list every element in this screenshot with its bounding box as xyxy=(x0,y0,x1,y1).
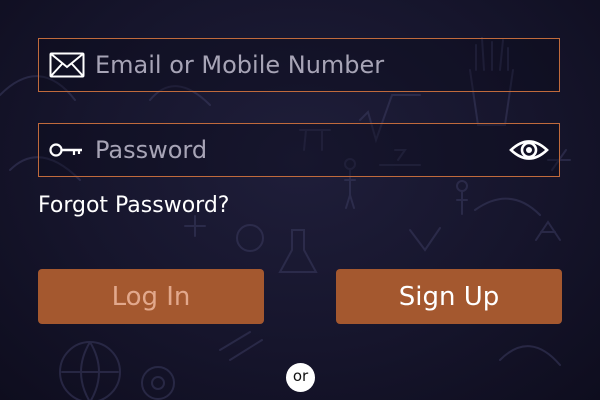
eye-icon[interactable] xyxy=(509,137,549,163)
login-button[interactable]: Log In xyxy=(38,269,264,324)
password-field[interactable] xyxy=(38,123,560,177)
password-input[interactable] xyxy=(95,124,495,176)
email-field[interactable] xyxy=(38,38,560,92)
forgot-password-link[interactable]: Forgot Password? xyxy=(38,193,229,218)
signup-button[interactable]: Sign Up xyxy=(336,269,562,324)
email-input[interactable] xyxy=(95,39,545,91)
or-divider-badge: or xyxy=(286,363,315,392)
mail-icon xyxy=(49,52,85,78)
key-icon xyxy=(49,143,82,157)
